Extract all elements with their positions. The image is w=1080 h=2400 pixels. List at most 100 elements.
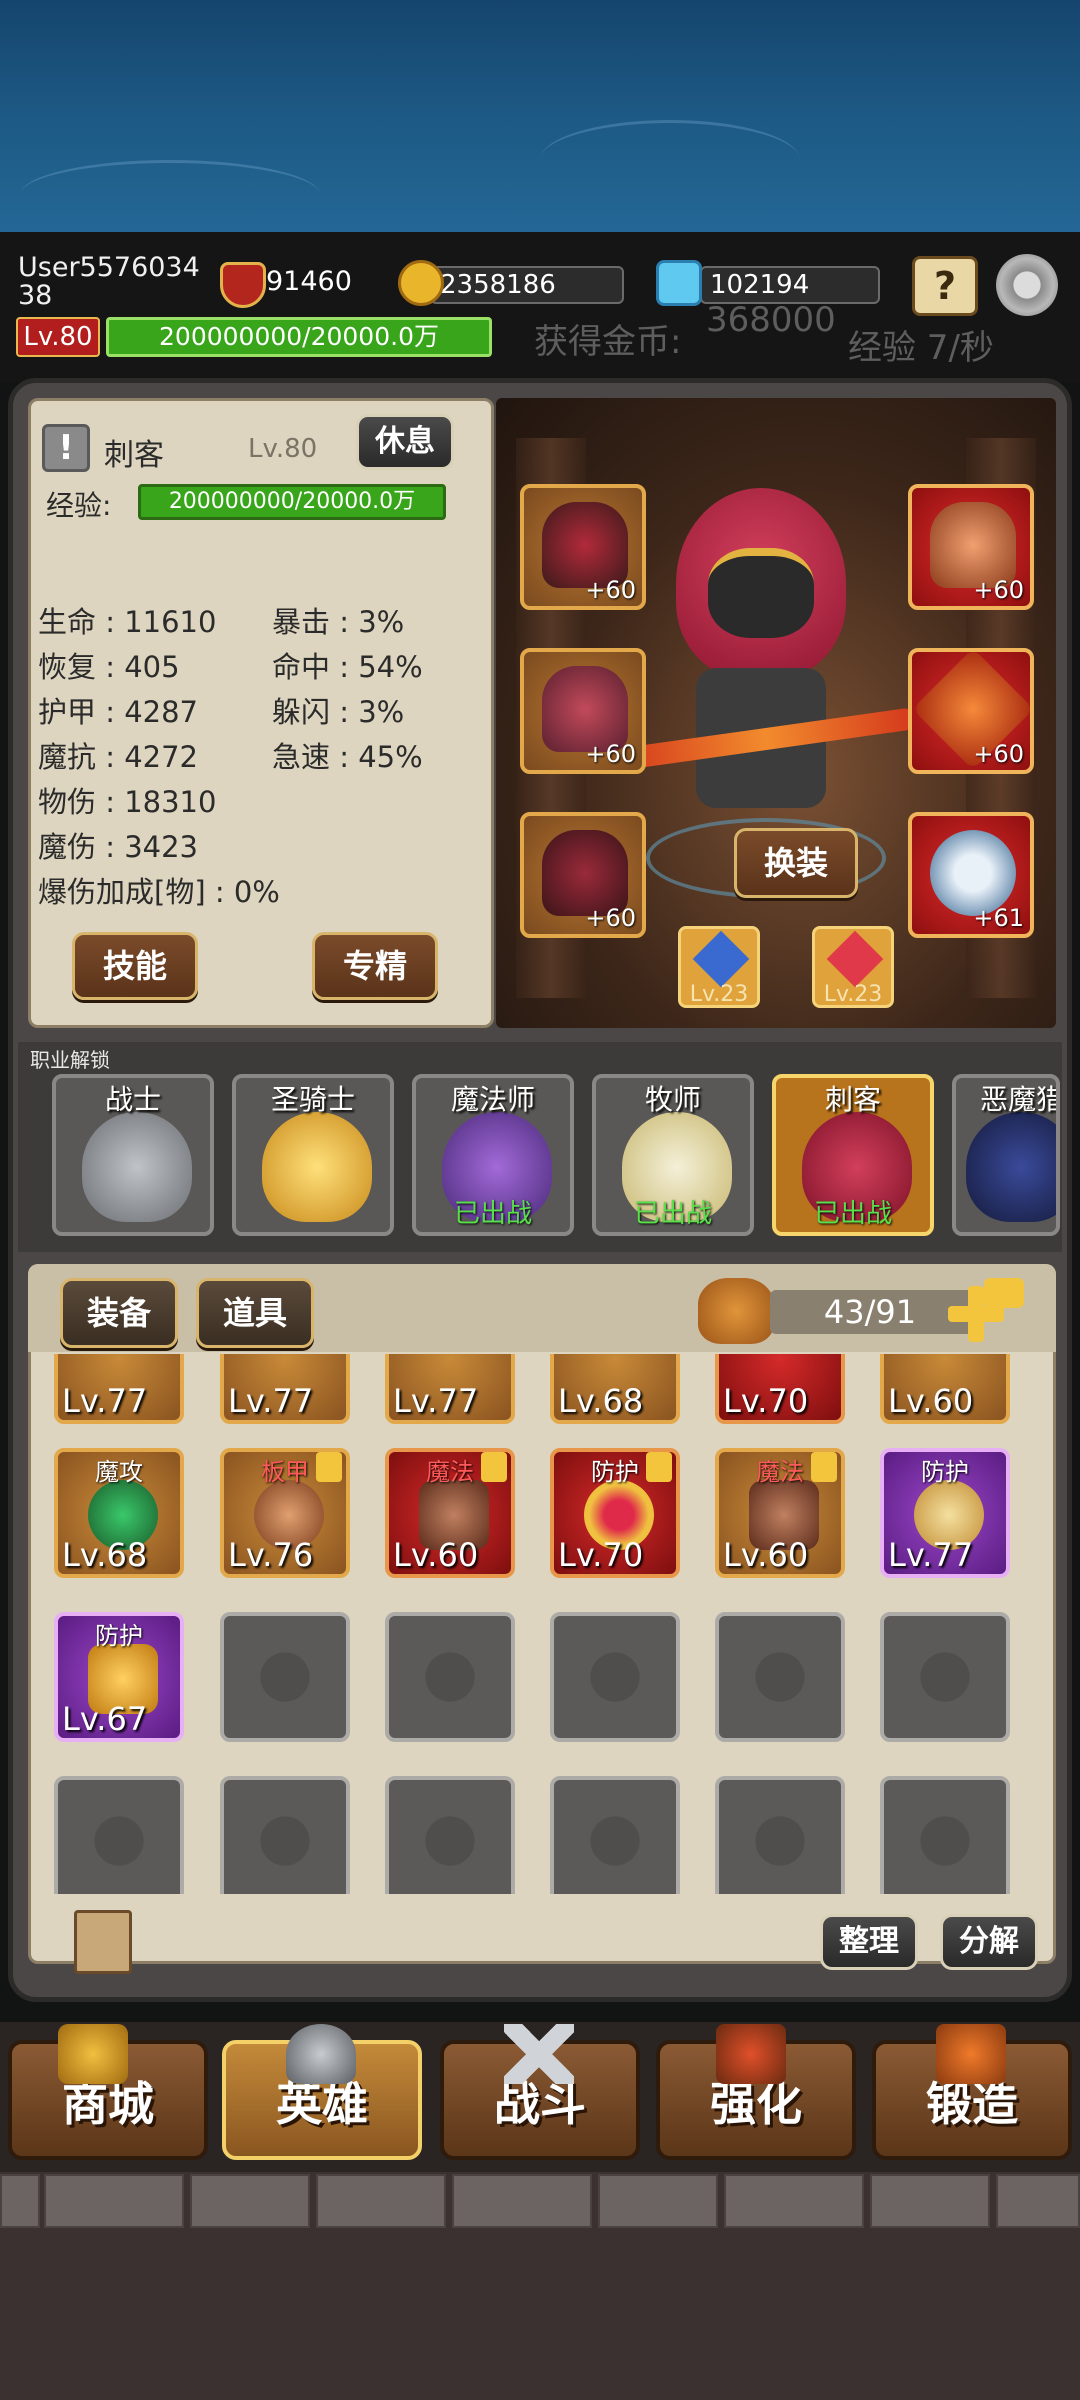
item-tag: 魔攻 [95,1458,143,1486]
stat-crit-damage-bonus: 爆伤加成[物] : 0% [38,875,280,909]
inventory-grid: Lv.77 Lv.77 Lv.77 Lv.68 Lv.70 Lv.60 魔攻 L… [40,1354,1040,1894]
decompose-button[interactable]: 分解 [940,1914,1038,1970]
empty-slot[interactable] [715,1612,845,1742]
inventory-item[interactable]: 魔法 Lv.60 [385,1448,515,1578]
item-level: Lv.68 [558,1382,644,1420]
diamond-add-icon[interactable] [656,260,702,306]
class-card-demon-hunter[interactable]: 恶魔猎 [952,1074,1060,1236]
mastery-button[interactable]: 专精 [312,932,438,1000]
slot-pattern [76,1798,162,1884]
class-card-priest[interactable]: 牧师 已出战 [592,1074,754,1236]
item-level: Lv.76 [228,1536,314,1574]
slot-pattern [902,1634,988,1720]
swap-equipment-button[interactable]: 换装 [734,828,858,898]
hero-class-name: 刺客 [104,438,164,473]
bag-count: 43/91 [823,1293,917,1331]
crossed-swords-icon [504,2024,574,2084]
inventory-item[interactable]: 板甲 Lv.76 [220,1448,350,1578]
item-level: Lv.70 [558,1536,644,1574]
empty-slot[interactable] [385,1776,515,1894]
class-card-paladin[interactable]: 圣骑士 [232,1074,394,1236]
equip-slot-helmet[interactable]: +60 [520,484,646,610]
item-tag: 防护 [95,1622,143,1650]
enhance-level: +60 [973,740,1024,768]
hero-exp-bar: 200000000/20000.0万 [138,484,446,520]
empty-slot[interactable] [550,1776,680,1894]
rest-button[interactable]: 休息 [356,414,454,470]
settings-gear-icon[interactable] [996,254,1058,316]
diamond-value: 102194 [710,270,810,300]
inventory-item[interactable]: 防护 Lv.67 [54,1612,184,1742]
inventory-item[interactable]: 魔法 Lv.60 [715,1448,845,1578]
lock-icon [316,1452,342,1482]
inventory-item[interactable]: 防护 Lv.70 [550,1448,680,1578]
empty-slot[interactable] [550,1612,680,1742]
gold-rate-value: 368000 [706,300,836,340]
brick [870,2174,990,2228]
empty-slot[interactable] [385,1612,515,1742]
inventory-item[interactable]: Lv.77 [385,1354,515,1424]
inventory-item[interactable]: Lv.60 [880,1354,1010,1424]
inventory-item[interactable]: Lv.68 [550,1354,680,1424]
empty-slot[interactable] [220,1612,350,1742]
class-name: 魔法师 [450,1083,535,1116]
info-icon[interactable]: ! [42,424,90,472]
sort-button[interactable]: 整理 [820,1914,918,1970]
inventory-book-icon[interactable] [74,1910,132,1974]
hero-level: Lv.80 [248,434,318,464]
bag-icon [698,1278,774,1344]
equip-slot-ring[interactable]: +61 [908,812,1034,938]
username: User557603438 [18,252,200,311]
plus-icon [968,1286,984,1342]
demon-hunter-icon [966,1112,1056,1222]
brick [190,2174,310,2228]
gem-slot-1[interactable]: Lv.23 [678,926,760,1008]
gold-add-icon[interactable] [398,260,444,306]
class-name: 牧师 [644,1083,701,1116]
empty-slot[interactable] [220,1776,350,1894]
player-exp-bar: 200000000/20000.0万 [106,317,492,357]
tab-equipment[interactable]: 装备 [60,1278,178,1348]
empty-slot[interactable] [54,1776,184,1894]
inventory-item[interactable]: 防护 Lv.77 [880,1448,1010,1578]
video-ad-icon[interactable] [984,1278,1024,1308]
empty-slot[interactable] [880,1776,1010,1894]
enhance-level: +60 [973,576,1024,604]
gem-slot-2[interactable]: Lv.23 [812,926,894,1008]
inventory-item[interactable]: 魔攻 Lv.68 [54,1448,184,1578]
player-level-badge: Lv.80 [16,317,100,357]
tab-items[interactable]: 道具 [196,1278,314,1348]
class-name: 战士 [104,1083,161,1116]
gem-icon [692,930,750,988]
stat-dodge: 躲闪 : 3% [272,695,405,729]
empty-slot[interactable] [715,1776,845,1894]
slot-pattern [737,1798,823,1884]
assassin-face [708,548,814,638]
equip-slot-armor[interactable]: +60 [520,648,646,774]
guide-book-button[interactable]: ? [912,256,978,316]
class-card-warrior[interactable]: 战士 [52,1074,214,1236]
class-card-assassin[interactable]: 刺客 已出战 [772,1074,934,1236]
item-level: Lv.77 [888,1536,974,1574]
equip-slot-accessory[interactable]: +60 [908,484,1034,610]
empty-slot[interactable] [880,1612,1010,1742]
slot-pattern [902,1798,988,1884]
hammer-icon [716,2024,786,2084]
inventory-item[interactable]: Lv.77 [220,1354,350,1424]
lock-icon [811,1452,837,1482]
lock-icon [646,1452,672,1482]
skill-button[interactable]: 技能 [72,932,198,1000]
class-card-mage[interactable]: 魔法师 已出战 [412,1074,574,1236]
inventory-item[interactable]: Lv.77 [54,1354,184,1424]
equip-slot-boots[interactable]: +60 [520,812,646,938]
item-tag: 防护 [921,1458,969,1486]
power-value: 91460 [266,266,352,297]
sky-streak [540,120,800,200]
item-level: Lv.77 [228,1382,314,1420]
equip-slot-weapon[interactable]: +60 [908,648,1034,774]
enhance-level: +60 [585,740,636,768]
inventory-item[interactable]: Lv.70 [715,1354,845,1424]
sky-streak [20,160,320,230]
horned-helmet-icon [286,2024,356,2084]
warrior-helmet-icon [82,1112,192,1222]
